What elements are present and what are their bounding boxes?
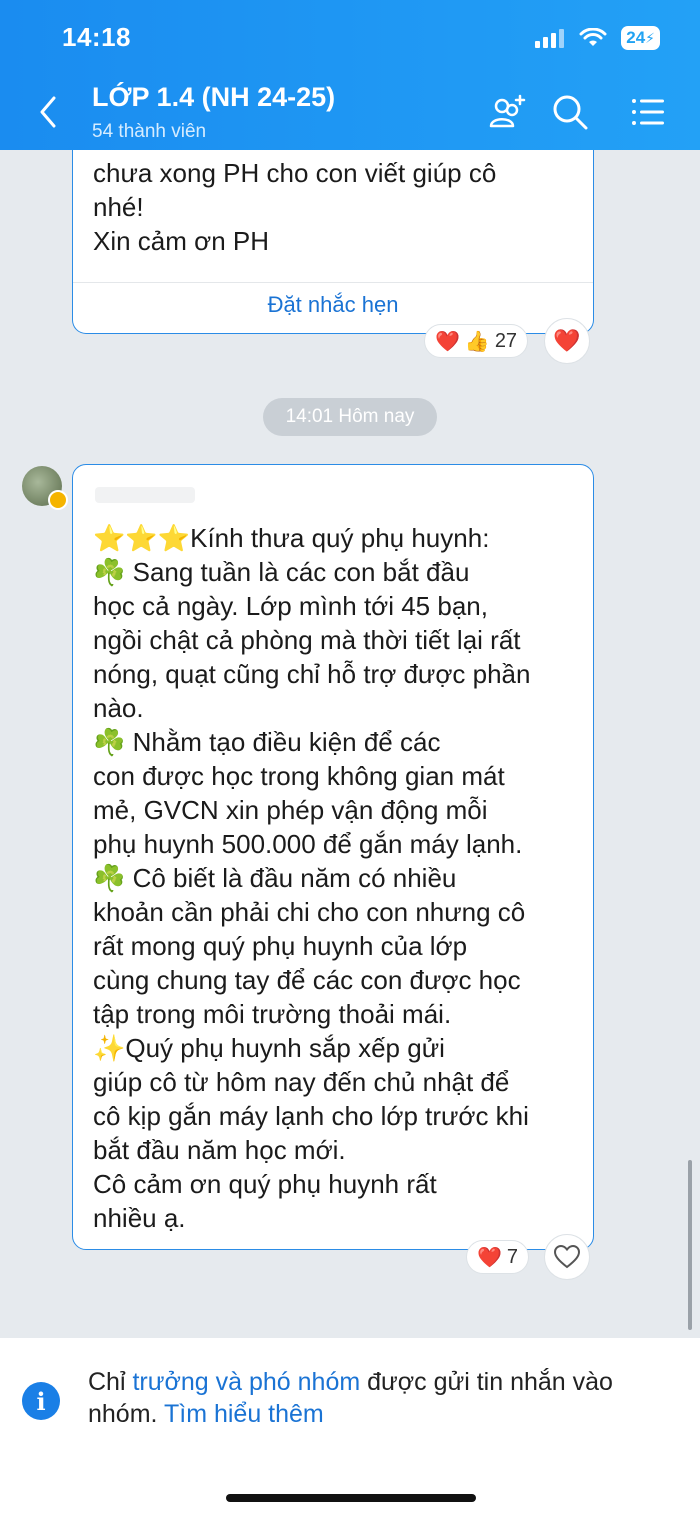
my-reaction-button[interactable]: ❤️: [544, 318, 590, 364]
status-time: 14:18: [62, 22, 131, 52]
wifi-icon: [579, 28, 607, 46]
message-text: ⭐⭐⭐Kính thưa quý phụ huynh: ☘️ Sang tuần…: [93, 523, 531, 1233]
status-icons: 24⚡: [535, 26, 660, 50]
notice-text: Chỉ trưởng và phó nhóm được gửi tin nhắn…: [88, 1366, 678, 1430]
reaction-count: 27: [494, 329, 518, 352]
heart-reaction-icon: ❤️: [435, 330, 460, 353]
admins-link[interactable]: trưởng và phó nhóm: [132, 1368, 360, 1396]
notice-prefix: Chỉ: [88, 1368, 133, 1396]
chat-header: 14:18 24⚡ LỚP 1.4 (NH 24-25) 54 thành vi…: [0, 0, 700, 150]
home-indicator[interactable]: [226, 1494, 476, 1502]
member-count[interactable]: 54 thành viên: [92, 121, 206, 143]
back-icon[interactable]: [32, 92, 66, 132]
sender-name: [95, 487, 195, 503]
learn-more-link[interactable]: Tìm hiểu thêm: [164, 1400, 324, 1428]
set-reminder-button[interactable]: Đặt nhắc hẹn: [73, 292, 593, 318]
info-icon: i: [22, 1382, 60, 1420]
reaction-summary[interactable]: ❤️ 👍 27: [424, 324, 529, 358]
composer-disabled-notice: i Chỉ trưởng và phó nhóm được gửi tin nh…: [0, 1338, 700, 1514]
menu-icon[interactable]: [626, 90, 670, 134]
heart-icon: ❤️: [553, 328, 581, 353]
time-separator: 14:01 Hôm nay: [263, 398, 437, 436]
divider: [73, 282, 593, 283]
battery-icon: 24⚡: [621, 26, 660, 50]
reaction-count: 7: [506, 1245, 519, 1268]
battery-level: 24: [626, 28, 646, 47]
sender-avatar[interactable]: [22, 466, 68, 510]
heart-reaction-icon: ❤️: [477, 1246, 502, 1269]
heart-outline-icon: [554, 1245, 580, 1269]
thumbs-up-reaction-icon: 👍: [464, 330, 490, 353]
message-bubble[interactable]: ⭐⭐⭐Kính thưa quý phụ huynh: ☘️ Sang tuần…: [72, 464, 594, 1250]
react-button[interactable]: [544, 1234, 590, 1280]
scrollbar[interactable]: [688, 1160, 692, 1330]
add-member-icon[interactable]: [486, 90, 530, 134]
message-text: chưa xong PH cho con viết giúp cô nhé! X…: [93, 158, 497, 256]
group-title[interactable]: LỚP 1.4 (NH 24-25): [92, 82, 335, 113]
signal-icon: [535, 29, 565, 48]
key-badge-icon: [48, 490, 68, 510]
reaction-summary[interactable]: ❤️ 7: [466, 1240, 530, 1274]
search-icon[interactable]: [548, 90, 592, 134]
